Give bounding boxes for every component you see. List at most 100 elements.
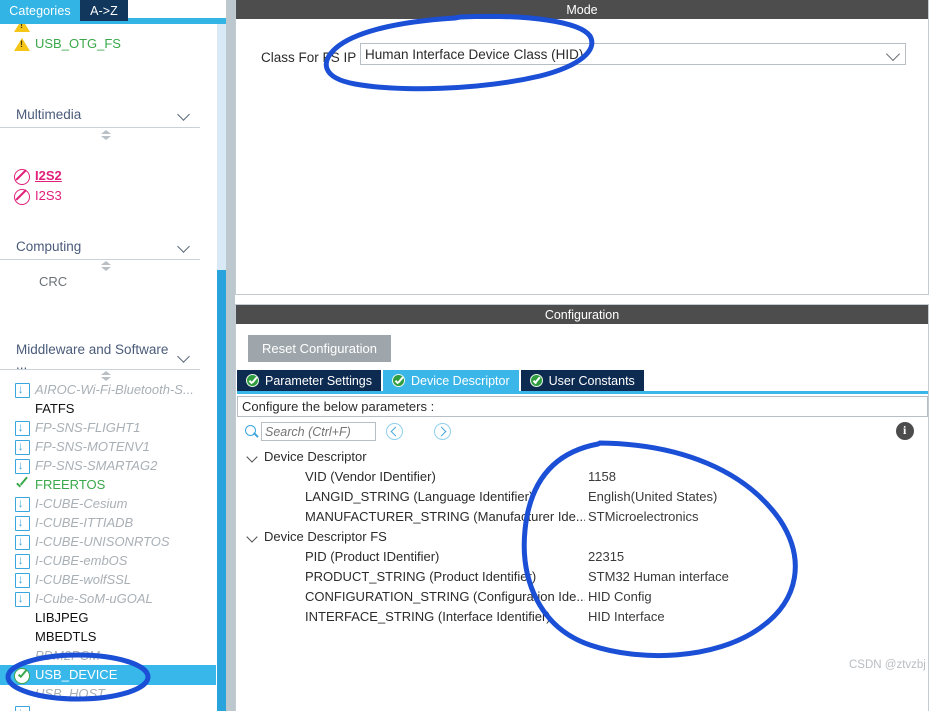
- tree-param-value: STM32 Human interface: [588, 569, 729, 584]
- configuration-panel-title: Configuration: [236, 305, 928, 324]
- chevron-down-icon[interactable]: [247, 531, 259, 543]
- warning-triangle-icon: [14, 24, 30, 33]
- download-icon: [14, 591, 30, 607]
- chevron-down-icon: [176, 106, 194, 124]
- sidebar-item-i-cube-cesium[interactable]: I-CUBE-Cesium: [0, 494, 216, 514]
- search-previous-icon[interactable]: [386, 423, 403, 440]
- download-icon: [14, 572, 30, 588]
- tree-param-row-configuration-string[interactable]: CONFIGURATION_STRING (Configuration Ide.…: [237, 587, 928, 607]
- tab-device-descriptor[interactable]: Device Descriptor: [383, 370, 519, 391]
- reset-configuration-button[interactable]: Reset Configuration: [248, 335, 391, 362]
- tree-param-value: HID Config: [588, 589, 652, 604]
- sidebar-item-label: I2S3: [35, 188, 62, 203]
- download-icon: [14, 420, 30, 436]
- blank-icon: [14, 274, 30, 290]
- sidebar-item-label: LIBJPEG: [35, 610, 89, 625]
- tab-parameter-settings[interactable]: Parameter Settings: [237, 370, 381, 391]
- tab-categories[interactable]: Categories: [0, 0, 80, 21]
- chevron-down-icon: [883, 43, 905, 65]
- sidebar-item-i-cube-ittiadb[interactable]: I-CUBE-ITTIADB: [0, 513, 216, 533]
- blank-icon: [14, 648, 30, 664]
- chevron-down-icon: [176, 348, 194, 366]
- warning-triangle-icon: [14, 36, 30, 52]
- class-for-fs-ip-dropdown[interactable]: Human Interface Device Class (HID): [360, 43, 906, 65]
- mode-panel-title: Mode: [236, 0, 928, 19]
- sidebar-group-label: Middleware and Software ...: [16, 341, 169, 372]
- sidebar-item-i-cube-wolfssl[interactable]: I-CUBE-wolfSSL: [0, 570, 216, 590]
- sidebar-group-computing[interactable]: Computing: [0, 234, 200, 260]
- sidebar-item-fp-sns-flight1[interactable]: FP-SNS-FLIGHT1: [0, 418, 216, 438]
- download-icon: [14, 534, 30, 550]
- sidebar-item-fatfs[interactable]: FATFS: [0, 399, 216, 419]
- download-icon: [14, 553, 30, 569]
- parameter-search-row: [237, 420, 928, 446]
- sidebar-item-label: FP-SNS-MOTENV1: [35, 439, 150, 454]
- check-circle-icon: [392, 374, 405, 387]
- tree-param-row-vid[interactable]: VID (Vendor IDentifier) 1158: [237, 467, 928, 487]
- scroll-spinner-up-icon[interactable]: [99, 130, 113, 142]
- disabled-circle-icon: [14, 188, 30, 205]
- tree-param-row-pid[interactable]: PID (Product IDentifier) 22315: [237, 547, 928, 567]
- sidebar-group-multimedia[interactable]: Multimedia: [0, 102, 200, 128]
- check-circle-icon: [246, 374, 259, 387]
- download-icon: [14, 515, 30, 531]
- class-for-fs-ip-value: Human Interface Device Class (HID): [365, 46, 584, 62]
- tree-group-label: Device Descriptor: [264, 449, 367, 464]
- sidebar-item-fp-sns-motenv1[interactable]: FP-SNS-MOTENV1: [0, 437, 216, 457]
- download-icon: [14, 458, 30, 474]
- sidebar-item-usb-device[interactable]: USB_DEVICE: [0, 665, 216, 685]
- sidebar-item-fp-sns-smartag2[interactable]: FP-SNS-SMARTAG2: [0, 456, 216, 476]
- sidebar-item-freertos[interactable]: FREERTOS: [0, 475, 216, 495]
- sidebar-item-crc[interactable]: CRC: [0, 272, 216, 292]
- sidebar-item-usb-otg-fs[interactable]: USB_OTG_FS: [0, 34, 216, 54]
- tree-param-row-manufacturer-string[interactable]: MANUFACTURER_STRING (Manufacturer Ide...…: [237, 507, 928, 527]
- tree-param-value: English(United States): [588, 489, 718, 504]
- sidebar-item-label: USB_DEVICE: [35, 667, 118, 682]
- blank-icon: [14, 401, 30, 417]
- tree-group-label: Device Descriptor FS: [264, 529, 387, 544]
- sidebar-item-i-cube-som-ugoal[interactable]: I-Cube-SoM-uGOAL: [0, 589, 216, 609]
- check-icon: [14, 477, 30, 493]
- tree-param-row-interface-string[interactable]: INTERFACE_STRING (Interface Identifier) …: [237, 607, 928, 627]
- sidebar-tabbar: Categories A->Z: [0, 0, 228, 21]
- sidebar-item-usb-host[interactable]: USB_HOST: [0, 684, 216, 704]
- sidebar-item-airoc[interactable]: AIROC-Wi-Fi-Bluetooth-S...: [0, 380, 216, 400]
- tree-param-value: 1158: [588, 469, 616, 484]
- tab-label: Device Descriptor: [411, 373, 510, 388]
- tree-param-row-langid-string[interactable]: LANGID_STRING (Language Identifier) Engl…: [237, 487, 928, 507]
- sidebar-item-i2s3[interactable]: I2S3: [0, 186, 216, 206]
- sidebar-group-label: Multimedia: [16, 107, 82, 122]
- configuration-tabs: Parameter Settings Device Descriptor Use…: [237, 370, 646, 391]
- sidebar-item-libjpeg[interactable]: LIBJPEG: [0, 608, 216, 628]
- tab-a-to-z[interactable]: A->Z: [80, 0, 128, 21]
- sidebar-item-i-cube-embos[interactable]: I-CUBE-embOS: [0, 551, 216, 571]
- sidebar-item-label: I-CUBE-Cesium: [35, 496, 128, 511]
- info-icon[interactable]: [896, 422, 914, 440]
- tree-param-row-product-string[interactable]: PRODUCT_STRING (Product Identifier) STM3…: [237, 567, 928, 587]
- sidebar-item-label: I-CUBE-wolfSSL: [35, 572, 132, 587]
- search-input[interactable]: [261, 422, 376, 441]
- sidebar-group-middleware[interactable]: Middleware and Software ...: [0, 341, 200, 372]
- sidebar-item-label: FATFS: [35, 401, 75, 416]
- sidebar-item-mbedtls[interactable]: MBEDTLS: [0, 627, 216, 647]
- tree-group-row-fs[interactable]: Device Descriptor FS: [237, 527, 928, 547]
- tab-user-constants[interactable]: User Constants: [520, 370, 644, 391]
- sidebar-item-pdm2pcm[interactable]: PDM2PCM: [0, 646, 216, 666]
- tree-group-row[interactable]: Device Descriptor: [237, 447, 928, 467]
- sidebar-scrollbar-thumb[interactable]: [217, 270, 226, 711]
- search-next-icon[interactable]: [434, 423, 451, 440]
- sidebar-item-list[interactable]: USB_OTG_FS Multimedia I2S2 I2S3 Computin…: [0, 24, 216, 711]
- sidebar-item-label: I-CUBE-UNISONRTOS: [35, 534, 170, 549]
- chevron-down-icon[interactable]: [247, 451, 259, 463]
- sidebar-item-i-cube-unisonrtos[interactable]: I-CUBE-UNISONRTOS: [0, 532, 216, 552]
- blank-icon: [14, 686, 30, 702]
- sidebar-item-label: FP-SNS-SMARTAG2: [35, 458, 158, 473]
- sidebar-item-label: PDM2PCM: [35, 648, 101, 663]
- tab-label: Parameter Settings: [265, 373, 372, 388]
- tree-param-key: CONFIGURATION_STRING (Configuration Ide.…: [305, 589, 585, 604]
- disabled-circle-icon: [14, 168, 30, 185]
- sidebar-item-i2s2[interactable]: I2S2: [0, 166, 216, 186]
- tree-param-value: 22315: [588, 549, 625, 564]
- sidebar-item-clipped-bottom[interactable]: [0, 703, 216, 711]
- sidebar-item-label: MBEDTLS: [35, 629, 97, 644]
